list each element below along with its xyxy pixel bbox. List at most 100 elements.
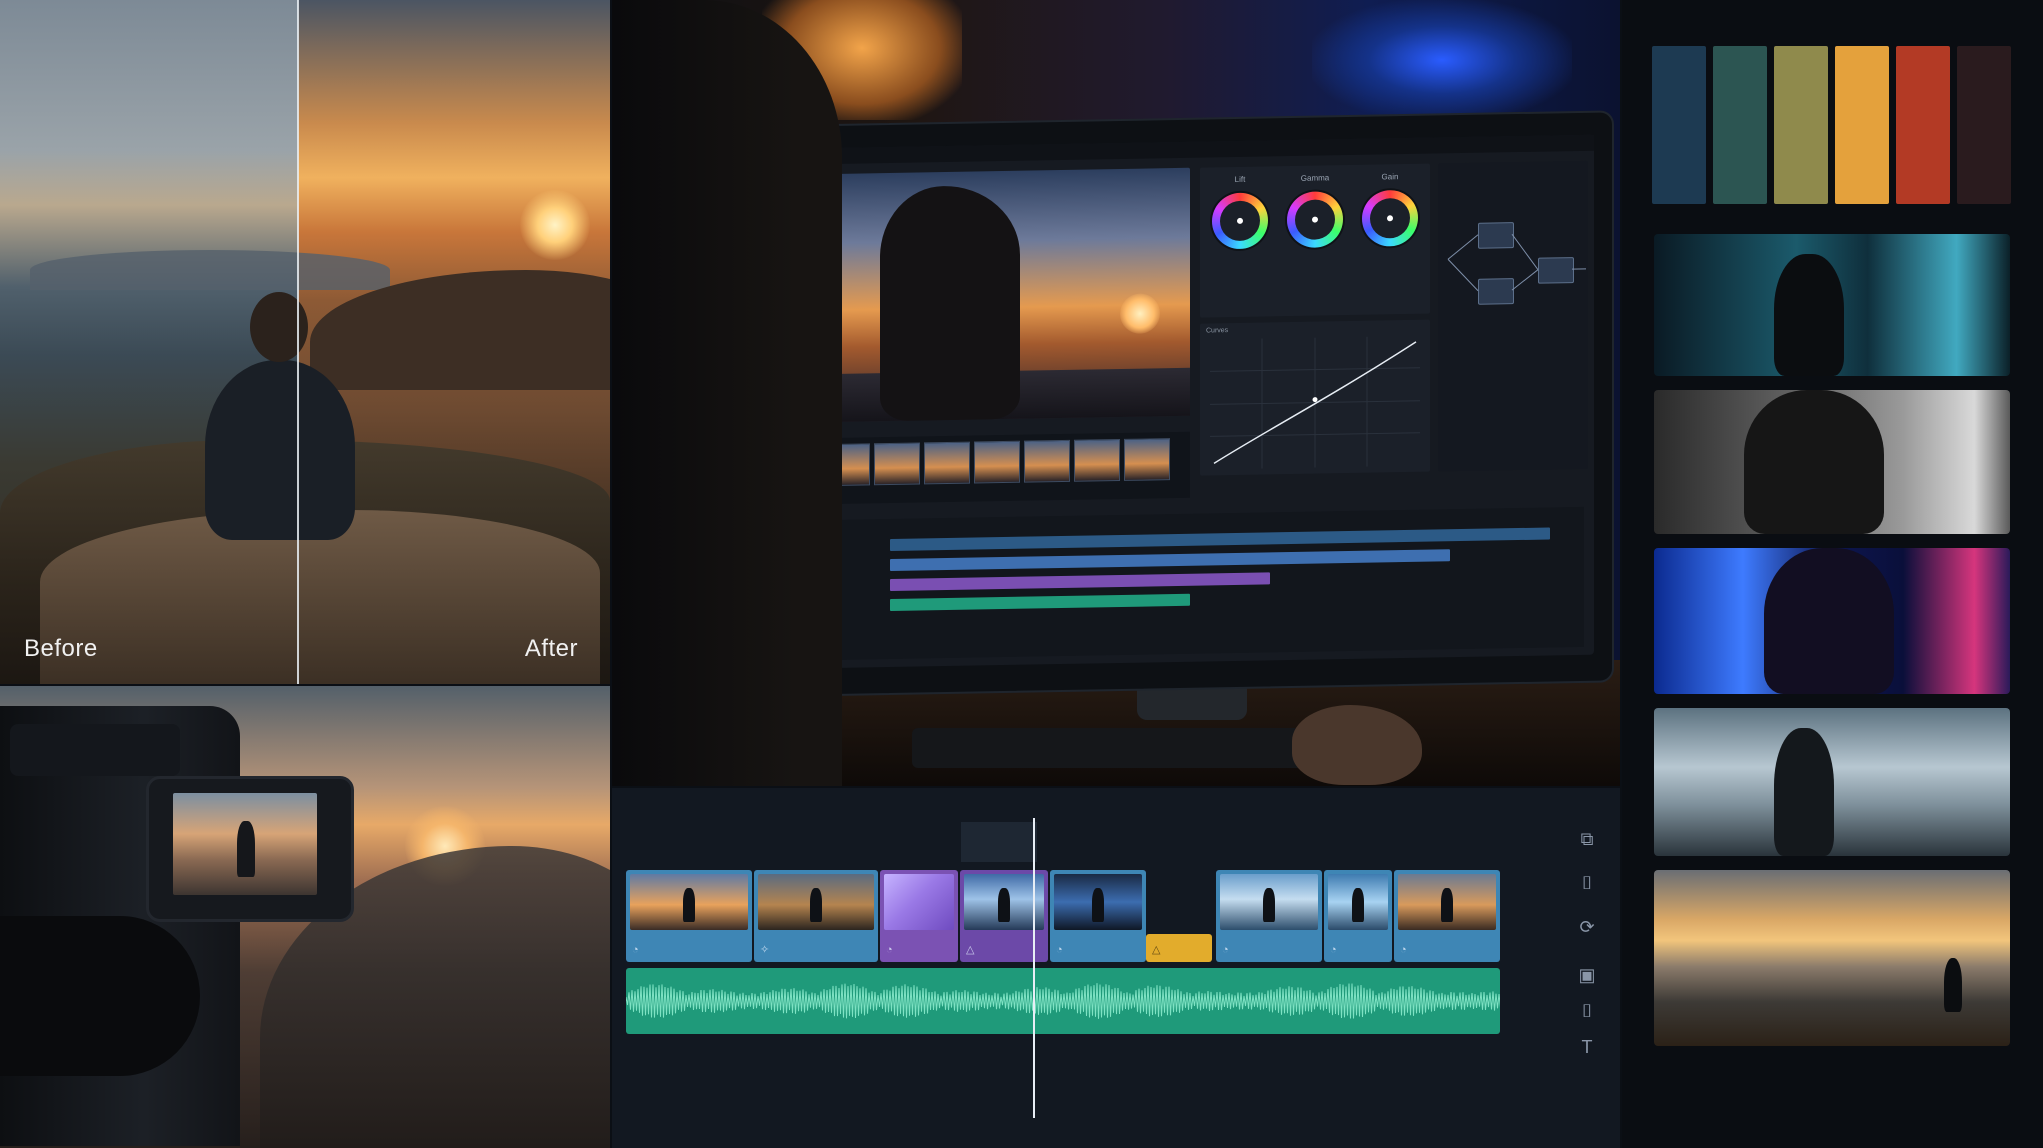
look-subject xyxy=(1744,390,1884,534)
wheel-puck[interactable] xyxy=(1312,216,1318,223)
clip-figure xyxy=(683,888,695,922)
gamma-color-wheel[interactable] xyxy=(1287,191,1343,249)
camera-lens xyxy=(0,916,200,1076)
clip-figure xyxy=(1441,888,1453,922)
clip-label-band: ◔ xyxy=(1050,934,1146,962)
loop-tool-icon[interactable]: ⟳ xyxy=(1576,916,1598,938)
look-teal-night[interactable] xyxy=(1654,234,2010,376)
look-subject xyxy=(1944,958,1962,1012)
palette-swatch[interactable] xyxy=(1652,46,1706,204)
playhead-marker[interactable] xyxy=(961,822,1037,862)
timeline-clip[interactable]: ◔ xyxy=(626,870,752,962)
look-misty-blue[interactable] xyxy=(1654,708,2010,856)
clip-label-band: ◔ xyxy=(1216,934,1322,962)
crop-tool-icon[interactable]: ▣ xyxy=(1576,964,1598,986)
timeline-clip[interactable]: ◔ xyxy=(1394,870,1500,962)
clip-thumbnail xyxy=(1328,874,1388,930)
distant-hills xyxy=(30,250,390,290)
audio-waveform xyxy=(626,983,1500,1019)
look-monochrome[interactable] xyxy=(1654,390,2010,534)
palette-swatch[interactable] xyxy=(1896,46,1950,204)
palette-swatch[interactable] xyxy=(1713,46,1767,204)
split-tool-icon[interactable]: ⌷ xyxy=(1576,872,1598,894)
clip-label-band: ◔ xyxy=(1324,934,1392,962)
curve-graph[interactable] xyxy=(1210,336,1420,470)
filmstrip-thumbnail[interactable] xyxy=(924,441,970,485)
clip-type-icon: ◔ xyxy=(1400,944,1407,956)
wheel-label-gain: Gain xyxy=(1381,172,1399,182)
clip-label-band: ◔ xyxy=(1394,934,1500,962)
filmstrip-thumbnail[interactable] xyxy=(1024,439,1070,483)
lift-color-wheel[interactable] xyxy=(1212,192,1268,250)
clip-type-icon: ◔ xyxy=(632,944,639,956)
marker-tool-icon[interactable]: ⌷ xyxy=(1576,1000,1598,1022)
color-wheels-panel: Lift Gamma Gain xyxy=(1200,163,1430,318)
app-timeline xyxy=(770,506,1584,662)
clip-figure xyxy=(810,888,822,922)
video-track[interactable] xyxy=(890,549,1450,572)
filmstrip-thumbnail[interactable] xyxy=(1074,438,1120,482)
clip-type-icon: △ xyxy=(966,944,975,956)
text-tool-icon[interactable]: T xyxy=(1576,1036,1598,1058)
effect-icon: △ xyxy=(1152,944,1161,956)
effect-clip[interactable]: △ xyxy=(1146,934,1212,962)
computer-monitor: ≡ ··· ··· Lift Gamma Gain Curves xyxy=(740,110,1614,698)
timeline-clip[interactable]: ◔ xyxy=(1324,870,1392,962)
clip-figure xyxy=(1263,888,1275,922)
operator-silhouette xyxy=(612,0,842,786)
palette-swatch[interactable] xyxy=(1957,46,2011,204)
clip-figure xyxy=(1092,888,1104,922)
clip-figure xyxy=(998,888,1010,922)
look-golden-mountain[interactable] xyxy=(1654,870,2010,1046)
blue-ambient-light xyxy=(1312,0,1572,120)
timeline-clip[interactable]: ◔ xyxy=(1050,870,1146,962)
clip-type-icon: ◔ xyxy=(886,944,893,956)
look-subject xyxy=(1774,254,1844,376)
waveform-line xyxy=(626,983,1500,1019)
app-toolbar: ≡ ··· ··· xyxy=(760,134,1594,166)
palette-swatch[interactable] xyxy=(1774,46,1828,204)
audio-track-mini[interactable] xyxy=(890,593,1190,612)
audio-track[interactable] xyxy=(626,968,1500,1034)
editing-timeline: ◔ ✧ ◔ △ ◔ △ ◔ ◔ ◔ ⧉ ⌷ ⟳ ▣ ⌷ T xyxy=(612,788,1620,1148)
curves-panel[interactable]: Curves xyxy=(1200,319,1430,476)
playhead[interactable] xyxy=(1033,818,1035,1118)
viewer-sun xyxy=(1120,293,1160,334)
clip-label-band: ◔ xyxy=(880,934,958,962)
timeline-clip[interactable]: ◔ xyxy=(1216,870,1322,962)
clip-figure xyxy=(1352,888,1364,922)
keyboard xyxy=(912,728,1312,768)
trim-tool-icon[interactable]: ⧉ xyxy=(1576,828,1598,850)
effects-track[interactable] xyxy=(890,572,1270,592)
palette-swatch[interactable] xyxy=(1835,46,1889,204)
video-track[interactable] xyxy=(890,527,1550,552)
clip-type-icon: ◔ xyxy=(1056,944,1063,956)
hiker-head xyxy=(250,292,308,362)
sun xyxy=(520,190,590,260)
transition-thumbnail xyxy=(884,874,954,930)
filmstrip-thumbnail[interactable] xyxy=(1124,438,1170,481)
gain-color-wheel[interactable] xyxy=(1362,189,1418,247)
color-grading-app: ≡ ··· ··· Lift Gamma Gain Curves xyxy=(760,134,1594,670)
before-label: Before xyxy=(24,635,98,662)
field-monitor-screen xyxy=(173,793,317,895)
field-monitor xyxy=(146,776,354,922)
look-neon[interactable] xyxy=(1654,548,2010,694)
filmstrip-thumbnail[interactable] xyxy=(874,442,920,486)
transition-clip[interactable]: ◔ xyxy=(880,870,958,962)
wheel-puck[interactable] xyxy=(1387,215,1393,222)
timeline-clip[interactable]: ✧ xyxy=(754,870,878,962)
wheel-puck[interactable] xyxy=(1237,217,1243,224)
monitor-subject xyxy=(237,821,255,877)
comparison-divider-handle[interactable] xyxy=(297,0,299,684)
node-connections xyxy=(1447,233,1586,292)
clip-type-icon: ✧ xyxy=(760,944,770,956)
filmstrip-thumbnail[interactable] xyxy=(974,440,1020,484)
clip-label-band: ✧ xyxy=(754,934,878,962)
camera-rig xyxy=(0,706,240,1146)
clip-type-icon: ◔ xyxy=(1330,944,1337,956)
editing-workstation: ≡ ··· ··· Lift Gamma Gain Curves xyxy=(612,0,1620,786)
after-label: After xyxy=(524,635,578,662)
clip-thumbnail xyxy=(1220,874,1318,930)
camera-handle xyxy=(10,724,180,776)
